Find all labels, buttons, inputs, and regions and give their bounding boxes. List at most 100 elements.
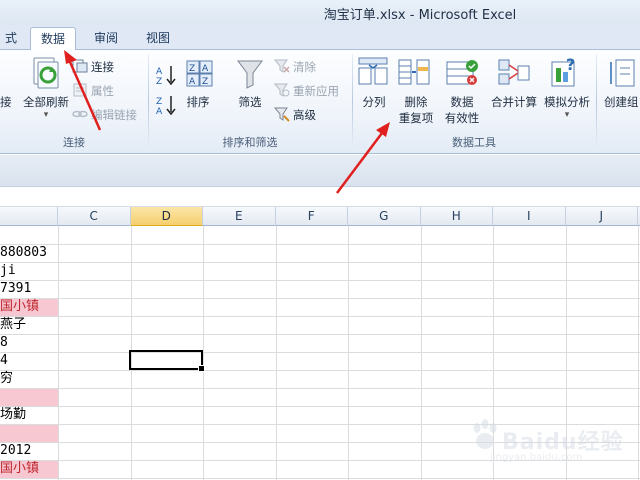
text-to-columns-icon [358,57,388,85]
svg-text:Z: Z [189,64,195,74]
properties-button[interactable]: 属性 [72,80,114,102]
highlighted-cell[interactable] [0,389,58,406]
tab-formulas-partial[interactable]: 式 [0,27,22,50]
cell-value-b[interactable]: 场勤 [0,406,26,424]
refresh-all-button[interactable]: 全部刷新 ▾ [20,94,72,120]
ribbon-tab-row: 式 数据 审阅 视图 [0,25,640,51]
grid-row-line [0,352,640,353]
create-group-button[interactable]: 创建组 [604,94,640,110]
connections-button[interactable]: 连接 [72,56,114,78]
active-cell-selection[interactable] [129,350,205,372]
window-title: 淘宝订单.xlsx - Microsoft Excel [323,8,517,23]
group-label-connections: 连接 [63,136,85,149]
advanced-filter-icon [274,107,290,122]
reapply-button[interactable]: 重新应用 [274,80,339,102]
column-header-e[interactable]: E [203,207,276,226]
grid-row-line [0,478,640,479]
ribbon: 接 全部刷新 ▾ 连接 属性 编辑链接 连接 A Z Z A Z A A Z 排… [0,50,640,154]
get-data-label-partial: 接 [0,95,12,109]
sort-button[interactable]: 排序 [180,94,216,110]
grid-row-line [0,316,640,317]
cell-value-b[interactable]: 2012 [0,442,31,460]
tab-review[interactable]: 审阅 [84,27,128,50]
svg-text:A: A [156,67,163,77]
highlighted-cell[interactable] [0,425,58,442]
data-validation-button[interactable]: 数据 有效性 [438,94,486,126]
watermark-url: jingyan.baidu.com [490,452,583,463]
column-header-f[interactable]: F [276,207,348,226]
column-header-g[interactable]: G [348,207,421,226]
formula-bar-area [0,155,640,187]
svg-text:A: A [156,107,163,116]
svg-text:A: A [189,77,196,87]
chevron-down-icon: ▾ [564,110,570,120]
cell-value-b[interactable]: 穷 [0,370,13,388]
grid-row-line [0,334,640,335]
formula-input-row[interactable] [0,187,640,207]
sort-label: 排序 [186,95,210,109]
what-if-label: 模拟分析 [544,95,590,109]
grid-row-line [0,406,640,407]
svg-text:Z: Z [156,77,162,86]
text-to-columns-button[interactable]: 分列 [356,94,392,110]
refresh-all-icon [33,57,59,89]
title-bar: 淘宝订单.xlsx - Microsoft Excel [0,0,640,25]
remove-duplicates-button[interactable]: 删除 重复项 [394,94,438,126]
excel-window: 淘宝订单.xlsx - Microsoft Excel 式 数据 审阅 视图 接… [0,0,640,480]
link-icon [72,110,88,118]
column-header-i[interactable]: I [493,207,566,226]
cell-value-b[interactable]: 国小镇 [0,460,39,478]
consolidate-button[interactable]: 合并计算 [488,94,540,110]
clear-filter-button[interactable]: 清除 [274,56,316,78]
tab-data[interactable]: 数据 [30,27,76,51]
what-if-analysis-icon: ? [551,56,575,87]
edit-links-label: 编辑链接 [91,108,137,122]
group-separator [596,54,597,148]
cell-value-b[interactable]: 燕子 [0,316,26,334]
cell-value-b[interactable]: 7391 [0,280,31,298]
connections-icon [72,59,88,73]
grid-row-line [0,388,640,389]
svg-text:Z: Z [156,97,162,107]
column-header-j[interactable]: J [566,207,638,226]
sort-dialog-icon: Z A A Z [186,60,213,87]
filter-button[interactable]: 筛选 [230,94,270,110]
sort-descending-icon: Z A [156,96,176,116]
grid-row-line [0,370,640,371]
column-header-c[interactable]: C [58,207,131,226]
edit-links-button[interactable]: 编辑链接 [72,104,137,126]
grid-row-line [0,298,640,299]
consolidate-label: 合并计算 [491,95,537,109]
filter-label: 筛选 [238,95,262,109]
group-icon [610,59,635,87]
column-header-row: CDEFGHIJ [0,207,640,226]
grid-row-line [0,280,640,281]
advanced-filter-button[interactable]: 高级 [274,104,316,126]
filter-funnel-icon [237,60,263,89]
reapply-icon [274,83,290,97]
column-header-d[interactable]: D [130,207,203,226]
sort-ascending-icon: A Z [156,66,176,86]
remove-duplicates-icon [398,59,430,85]
create-group-label: 创建组 [604,95,639,109]
grid-row-line [0,262,640,263]
cell-value-b[interactable]: 4 [0,352,8,370]
data-validation-label-2: 有效性 [444,111,480,125]
data-validation-label-1: 数据 [450,95,474,109]
what-if-analysis-button[interactable]: 模拟分析 ▾ [540,94,594,120]
column-header-b-partial[interactable] [0,207,58,226]
cell-value-b[interactable]: 国小镇 [0,298,39,316]
tab-view[interactable]: 视图 [136,27,180,50]
group-label-data-tools: 数据工具 [452,136,496,149]
column-header-h[interactable]: H [421,207,493,226]
cell-value-b[interactable]: 8 [0,334,8,352]
cell-value-b[interactable]: 880803 [0,244,47,262]
properties-icon [73,83,87,97]
get-external-data-button[interactable]: 接 [0,94,12,110]
cell-value-b[interactable]: ji [0,262,16,280]
paw-logo-icon [473,419,497,449]
svg-text:?: ? [566,56,575,74]
consolidate-icon [498,59,530,85]
baidu-watermark: Baidu经验 jingyan.baidu.com [470,412,640,472]
data-validation-icon [446,60,478,85]
